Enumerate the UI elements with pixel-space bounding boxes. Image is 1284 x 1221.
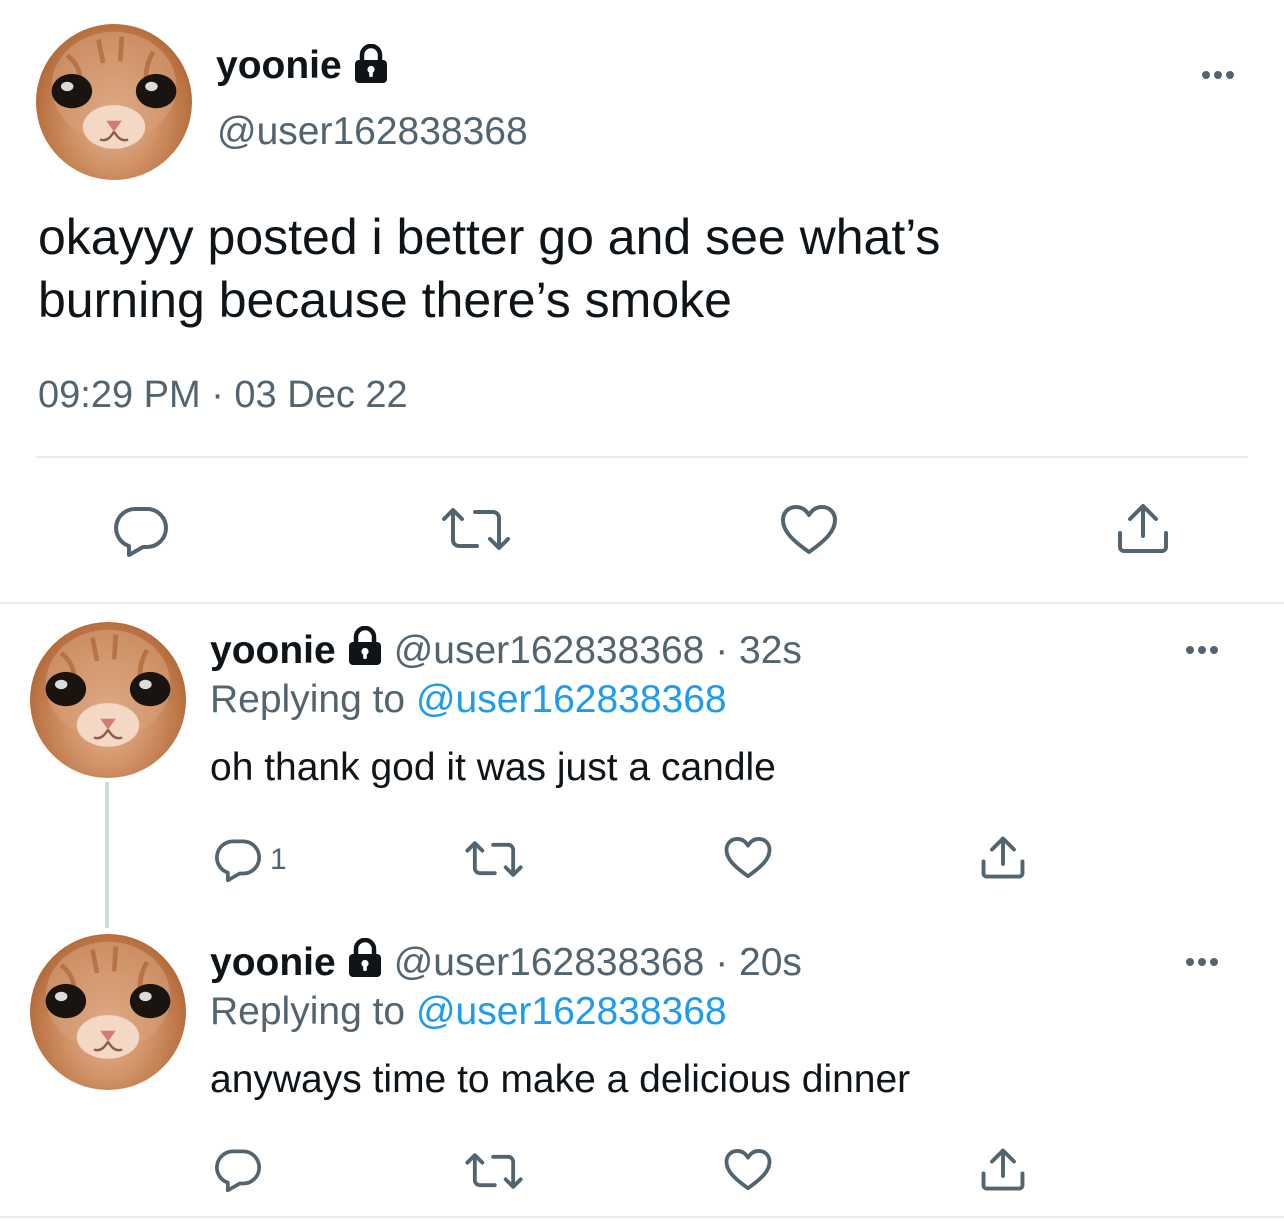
timestamp[interactable]: 09:29 PM · 03 Dec 22 (38, 374, 408, 417)
display-name[interactable]: yoonie (210, 941, 336, 985)
reply-button[interactable] (113, 505, 169, 557)
avatar[interactable] (36, 24, 192, 180)
reply-text: oh thank god it was just a candle (210, 746, 776, 789)
tweet-text: okayyy posted i better go and see what’s… (38, 206, 940, 332)
author-line: yoonie (216, 43, 390, 89)
retweet-arrows-icon (465, 1153, 523, 1189)
like-button[interactable] (724, 1148, 772, 1192)
replying-to-link[interactable]: @user162838368 (416, 990, 727, 1033)
tweet-text-line: burning because there’s smoke (38, 272, 732, 328)
retweet-arrows-icon (442, 508, 510, 550)
avatar[interactable] (30, 934, 186, 1090)
divider (0, 1216, 1284, 1218)
comment-bubble-icon (114, 507, 168, 557)
heart-outline-icon (724, 1149, 772, 1191)
lock-icon (346, 625, 384, 676)
share-button[interactable] (980, 1148, 1026, 1192)
handle-time[interactable]: @user162838368 · 32s (394, 629, 802, 673)
heart-outline-icon (781, 505, 837, 554)
replying-to: Replying to @user162838368 (210, 990, 727, 1034)
replying-to-label: Replying to (210, 678, 416, 721)
more-dots-icon[interactable] (1186, 646, 1218, 654)
reply-button[interactable]: 1 (214, 838, 287, 882)
retweet-button[interactable] (464, 840, 524, 878)
cat-face-image (45, 629, 171, 747)
share-button[interactable] (980, 836, 1026, 880)
cat-face-image (45, 941, 171, 1059)
like-button[interactable] (724, 836, 772, 880)
replying-to-label: Replying to (210, 990, 416, 1033)
more-dots-icon[interactable] (1186, 958, 1218, 966)
replying-to-link[interactable]: @user162838368 (416, 678, 727, 721)
author-line: yoonie @user162838368 · 32s (210, 625, 802, 676)
reply-button[interactable] (214, 1148, 262, 1192)
cat-face-image (51, 31, 177, 149)
comment-bubble-icon (215, 1149, 262, 1192)
handle[interactable]: @user162838368 (217, 110, 528, 154)
author-line: yoonie @user162838368 · 20s (210, 937, 802, 988)
retweet-button[interactable] (464, 1152, 524, 1190)
tweet-text-line: okayyy posted i better go and see what’s (38, 209, 941, 265)
share-upload-icon (1118, 504, 1168, 553)
lock-icon (346, 937, 384, 988)
share-upload-icon (981, 1148, 1025, 1191)
retweet-arrows-icon (465, 841, 523, 877)
display-name[interactable]: yoonie (210, 629, 336, 673)
retweet-button[interactable] (440, 507, 512, 551)
heart-outline-icon (724, 837, 772, 879)
handle-time[interactable]: @user162838368 · 20s (394, 941, 802, 985)
display-name[interactable]: yoonie (216, 44, 342, 88)
replying-to: Replying to @user162838368 (210, 678, 727, 722)
comment-bubble-icon (215, 839, 262, 882)
reply-count: 1 (270, 843, 287, 876)
lock-icon (352, 43, 390, 89)
more-dots-icon[interactable] (1202, 71, 1234, 79)
like-button[interactable] (780, 504, 838, 556)
share-upload-icon (981, 836, 1025, 879)
share-button[interactable] (1116, 503, 1170, 555)
thread-line (105, 782, 109, 928)
reply-text: anyways time to make a delicious dinner (210, 1058, 911, 1101)
divider (0, 602, 1284, 604)
avatar[interactable] (30, 622, 186, 778)
divider (36, 456, 1248, 458)
